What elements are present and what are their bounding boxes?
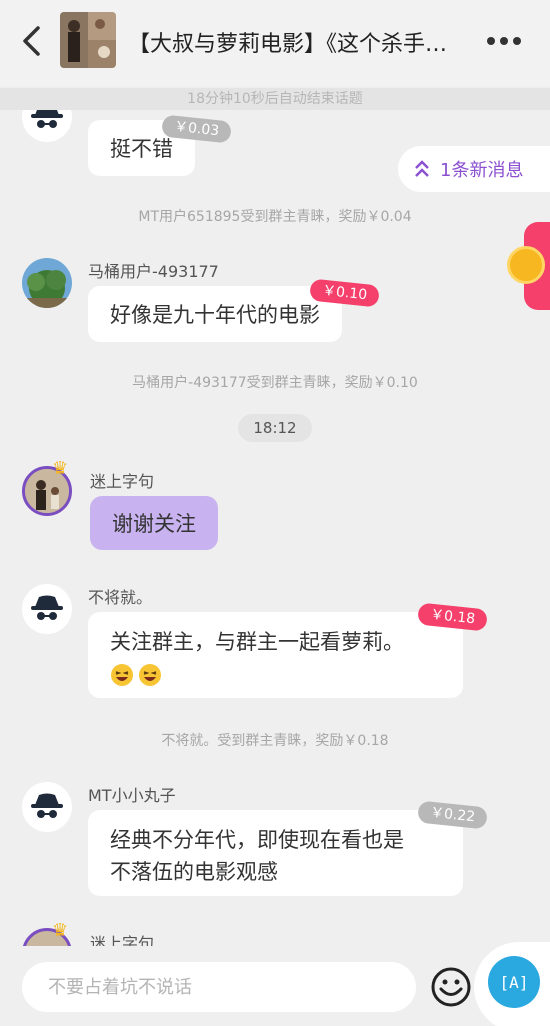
assist-button[interactable]: [A] (488, 956, 540, 1008)
system-notice: MT用户651895受到群主青睐，奖励￥0.04 (138, 209, 412, 225)
crown-icon: ♛ (52, 920, 69, 941)
message-text: 关注群主，与群主一起看萝莉。 (110, 630, 404, 654)
back-chevron-icon[interactable] (18, 24, 46, 58)
new-message-button[interactable]: 1条新消息 (398, 146, 550, 192)
system-notice: 马桶用户-493177受到群主青睐，奖励￥0.10 (132, 375, 418, 391)
timestamp: 18:12 (238, 414, 312, 442)
message-text-line2: 不落伍的电影观感 (110, 860, 278, 884)
message-bubble[interactable]: 经典不分年代，即使现在看也是 不落伍的电影观感 (88, 810, 463, 896)
chat-title: 【大叔与萝莉电影】《这个杀手… (128, 32, 448, 57)
new-message-label: 1条新消息 (440, 160, 524, 181)
sender-name: 马桶用户-493177 (88, 262, 219, 281)
system-notice: 不将就。受到群主青睐，奖励￥0.18 (161, 733, 389, 749)
message-input[interactable] (22, 962, 416, 1012)
message-text: 挺不错 (110, 137, 173, 161)
message-bubble[interactable]: 好像是九十年代的电影 (88, 286, 342, 342)
assist-label: [A] (499, 972, 529, 992)
laughing-emoji-icon (139, 664, 161, 686)
message-bubble[interactable]: 关注群主，与群主一起看萝莉。 (88, 612, 463, 698)
message-text: 经典不分年代，即使现在看也是 (110, 828, 404, 852)
anonymous-avatar-icon[interactable] (22, 584, 72, 634)
message-emojis (110, 658, 441, 690)
message-list[interactable]: 挺不错 ￥0.03 MT用户651895受到群主青睐，奖励￥0.04 马桶用户-… (0, 110, 550, 946)
sender-name: 不将就。 (88, 588, 153, 607)
message-text: 谢谢关注 (112, 512, 196, 536)
more-dots-icon[interactable] (486, 28, 522, 54)
user-avatar[interactable] (22, 258, 72, 308)
anonymous-avatar-icon[interactable] (22, 110, 72, 142)
emoji-icon[interactable] (430, 966, 472, 1008)
anonymous-avatar-icon[interactable] (22, 782, 72, 832)
laughing-emoji-icon (111, 664, 133, 686)
crown-icon: ♛ (52, 458, 69, 479)
message-bubble[interactable]: 谢谢关注 (90, 496, 218, 550)
sender-name: 迷上字句 (90, 934, 155, 946)
chat-header: 【大叔与萝莉电影】《这个杀手… (0, 0, 550, 86)
sender-name: 迷上字句 (90, 472, 155, 491)
gold-coin-icon[interactable] (507, 246, 545, 284)
double-chevron-up-icon (415, 160, 429, 177)
topic-countdown: 18分钟10秒后自动结束话题 (0, 88, 550, 110)
sender-name: MT小小丸子 (88, 786, 176, 805)
group-avatar[interactable] (60, 12, 116, 68)
message-text: 好像是九十年代的电影 (110, 303, 320, 327)
